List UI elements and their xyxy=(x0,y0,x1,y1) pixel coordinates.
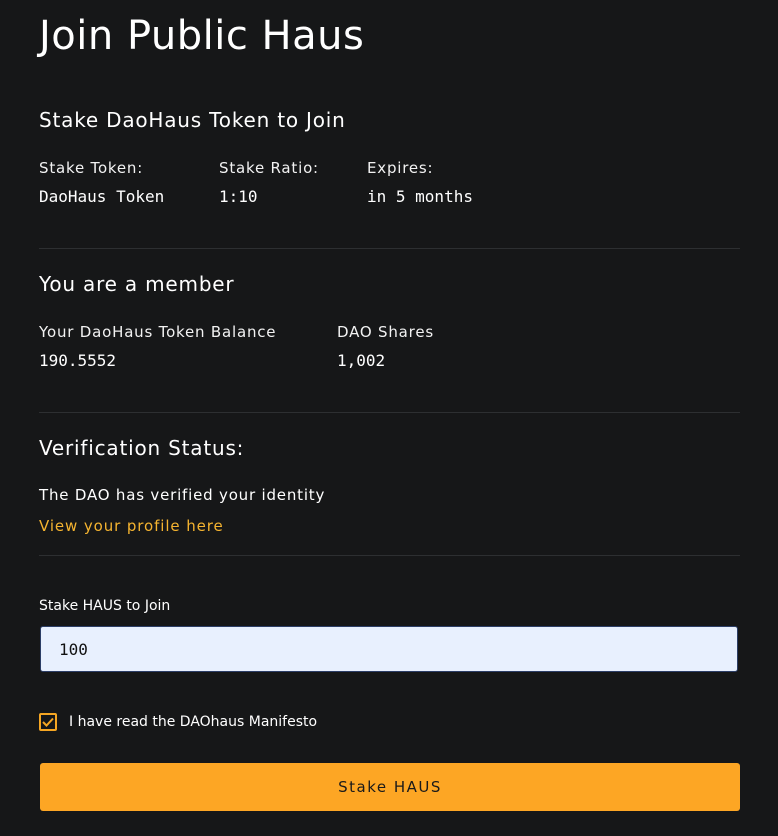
stake-token-value: DaoHaus Token xyxy=(39,187,165,206)
stake-ratio-value: 1:10 xyxy=(219,187,258,206)
divider xyxy=(39,412,740,413)
member-section-title: You are a member xyxy=(39,272,235,296)
page-title: Join Public Haus xyxy=(39,13,365,59)
stake-token-label: Stake Token: xyxy=(39,159,144,177)
divider xyxy=(39,555,740,556)
stake-amount-input[interactable] xyxy=(40,626,738,672)
expires-label: Expires: xyxy=(367,159,434,177)
verification-message: The DAO has verified your identity xyxy=(39,486,326,504)
manifesto-checkbox[interactable] xyxy=(39,713,57,731)
verification-section-title: Verification Status: xyxy=(39,436,245,460)
manifesto-checkbox-row[interactable]: I have read the DAOhaus Manifesto xyxy=(39,711,317,733)
stake-haus-button[interactable]: Stake HAUS xyxy=(40,763,740,811)
check-icon xyxy=(42,717,54,727)
stake-ratio-label: Stake Ratio: xyxy=(219,159,319,177)
dao-shares-label: DAO Shares xyxy=(337,323,434,341)
token-balance-value: 190.5552 xyxy=(39,351,117,370)
dao-shares-value: 1,002 xyxy=(337,351,386,370)
token-balance-label: Your DaoHaus Token Balance xyxy=(39,323,277,341)
divider xyxy=(39,248,740,249)
expires-value: in 5 months xyxy=(367,187,473,206)
stake-input-label: Stake HAUS to Join xyxy=(39,598,171,614)
manifesto-checkbox-label: I have read the DAOhaus Manifesto xyxy=(69,714,318,730)
stake-section-title: Stake DaoHaus Token to Join xyxy=(39,108,346,132)
view-profile-link[interactable]: View your profile here xyxy=(39,516,224,536)
